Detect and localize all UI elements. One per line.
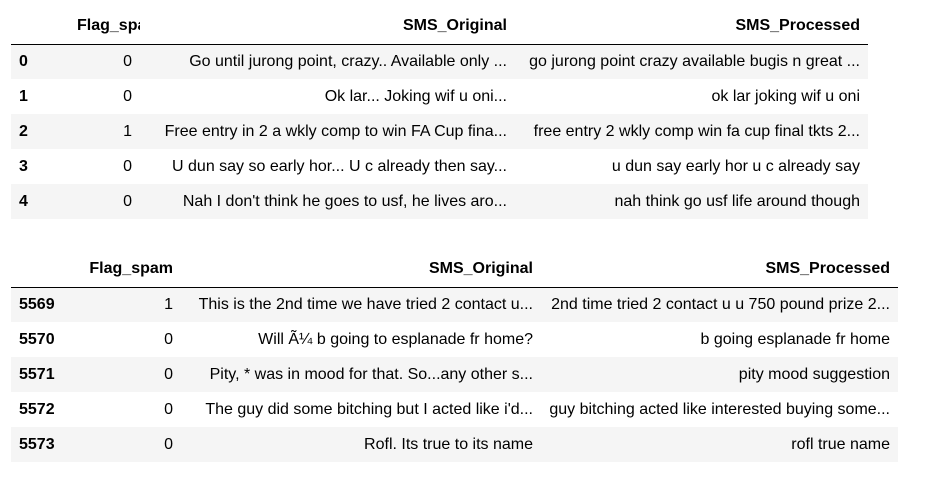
sms-original-cell: Free entry in 2 a wkly comp to win FA Cu… (164, 122, 507, 140)
index-header (11, 9, 69, 45)
sms-processed-cell: b going esplanade fr home (700, 330, 890, 348)
sms-processed-cell: 2nd time tried 2 contact u u 750 pound p… (551, 295, 890, 313)
sms-original-cell: Pity, * was in mood for that. So...any o… (209, 365, 533, 383)
row-index: 2 (19, 122, 28, 140)
flag-spam-cell: 1 (164, 295, 173, 313)
table-row: 0 0 Go until jurong point, crazy.. Avail… (11, 44, 868, 79)
sms-original-cell: The guy did some bitching but I acted li… (205, 400, 533, 418)
table-row: 2 1 Free entry in 2 a wkly comp to win F… (11, 114, 868, 149)
sms-original-cell: This is the 2nd time we have tried 2 con… (198, 295, 533, 313)
sms-processed-cell: go jurong point crazy available bugis n … (529, 52, 860, 70)
table-row: 5572 0 The guy did some bitching but I a… (11, 392, 898, 427)
flag-spam-cell: 0 (123, 192, 132, 210)
sms-processed-cell: pity mood suggestion (738, 365, 890, 383)
row-index: 1 (19, 87, 28, 105)
table-header-row: Flag_spam SMS_Original SMS_Processed (11, 9, 868, 45)
column-header-sms-processed: SMS_Processed (515, 9, 868, 45)
sms-original-cell: Nah I don't think he goes to usf, he liv… (182, 192, 507, 210)
table-row: 5571 0 Pity, * was in mood for that. So.… (11, 357, 898, 392)
flag-spam-cell: 0 (123, 52, 132, 70)
column-header-flag-spam: Flag_spam (71, 252, 181, 288)
dataframe-tail-table: Flag_spam SMS_Original SMS_Processed 556… (11, 252, 898, 462)
column-header-sms-original: SMS_Original (181, 252, 541, 288)
flag-spam-cell: 0 (123, 157, 132, 175)
dataframe-head-table: Flag_spam SMS_Original SMS_Processed 0 0… (11, 9, 868, 219)
table-row: 3 0 U dun say so early hor... U c alread… (11, 149, 868, 184)
sms-original-cell: Will Ã¼ b going to esplanade fr home? (258, 330, 533, 348)
sms-original-cell: Go until jurong point, crazy.. Available… (189, 52, 507, 70)
row-index: 0 (19, 52, 28, 70)
sms-processed-cell: free entry 2 wkly comp win fa cup final … (533, 122, 860, 140)
table-header-row: Flag_spam SMS_Original SMS_Processed (11, 252, 898, 288)
flag-spam-cell: 0 (164, 400, 173, 418)
sms-processed-cell: ok lar joking wif u oni (711, 87, 860, 105)
flag-spam-cell: 1 (123, 122, 132, 140)
table-row: 5570 0 Will Ã¼ b going to esplanade fr h… (11, 322, 898, 357)
sms-processed-cell: u dun say early hor u c already say (611, 157, 860, 175)
flag-spam-cell: 0 (164, 435, 173, 453)
table-row: 1 0 Ok lar... Joking wif u oni... ok lar… (11, 79, 868, 114)
sms-processed-cell: rofl true name (791, 435, 890, 453)
row-index: 5570 (19, 330, 55, 348)
sms-original-cell: Rofl. Its true to its name (364, 435, 533, 453)
column-header-sms-original: SMS_Original (140, 9, 515, 45)
table-row: 4 0 Nah I don't think he goes to usf, he… (11, 184, 868, 219)
column-header-flag-spam: Flag_spam (69, 9, 140, 45)
row-index: 5571 (19, 365, 55, 383)
row-index: 5572 (19, 400, 55, 418)
table-row: 5573 0 Rofl. Its true to its name rofl t… (11, 427, 898, 462)
flag-spam-cell: 0 (164, 330, 173, 348)
row-index: 3 (19, 157, 28, 175)
flag-spam-cell: 0 (123, 87, 132, 105)
column-header-sms-processed: SMS_Processed (541, 252, 898, 288)
row-index: 4 (19, 192, 28, 210)
sms-processed-cell: nah think go usf life around though (614, 192, 860, 210)
table-row: 5569 1 This is the 2nd time we have trie… (11, 287, 898, 322)
row-index: 5569 (19, 295, 55, 313)
sms-original-cell: Ok lar... Joking wif u oni... (324, 87, 507, 105)
sms-original-cell: U dun say so early hor... U c already th… (172, 157, 507, 175)
row-index: 5573 (19, 435, 55, 453)
index-header (11, 252, 71, 288)
flag-spam-cell: 0 (164, 365, 173, 383)
sms-processed-cell: guy bitching acted like interested buyin… (549, 400, 890, 418)
